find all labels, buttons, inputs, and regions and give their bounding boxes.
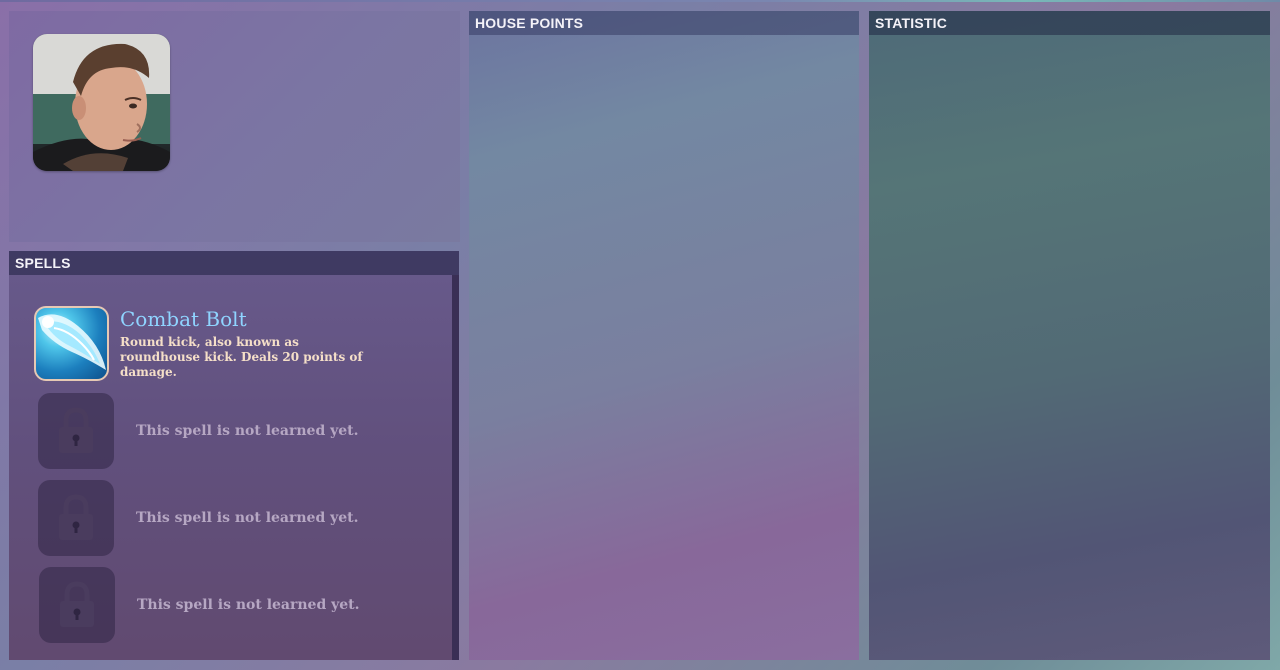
house-points-panel: HOUSE POINTS	[469, 11, 859, 660]
lock-icon	[39, 567, 115, 643]
lock-icon	[38, 480, 114, 556]
combat-bolt-icon[interactable]	[34, 306, 109, 381]
character-avatar[interactable]	[33, 34, 170, 171]
spell-slot-locked-2[interactable]: This spell is not learned yet.	[38, 480, 438, 558]
spell-name: Combat Bolt	[120, 307, 247, 331]
locked-spell-text: This spell is not learned yet.	[136, 510, 359, 526]
spells-scrollbar[interactable]	[452, 275, 459, 660]
spell-combat-bolt[interactable]: Combat Bolt Round kick, also known as ro…	[34, 306, 414, 386]
locked-spell-text: This spell is not learned yet.	[137, 597, 360, 613]
house-points-header: HOUSE POINTS	[469, 11, 859, 35]
spell-slot-locked-3[interactable]: This spell is not learned yet.	[39, 567, 439, 645]
spell-slot-locked-1[interactable]: This spell is not learned yet.	[38, 393, 438, 471]
spell-description: Round kick, also known as roundhouse kic…	[120, 335, 363, 379]
lock-icon	[38, 393, 114, 469]
top-accent-line	[0, 0, 1280, 2]
spells-header: SPELLS	[9, 251, 459, 275]
spells-panel: SPELLS Combat Bolt Round kick, also know…	[9, 251, 459, 660]
statistic-header: STATISTIC	[869, 11, 1270, 35]
avatar-portrait	[33, 34, 170, 171]
locked-spell-text: This spell is not learned yet.	[136, 423, 359, 439]
profile-panel	[9, 11, 460, 242]
statistic-panel: STATISTIC	[869, 11, 1270, 660]
